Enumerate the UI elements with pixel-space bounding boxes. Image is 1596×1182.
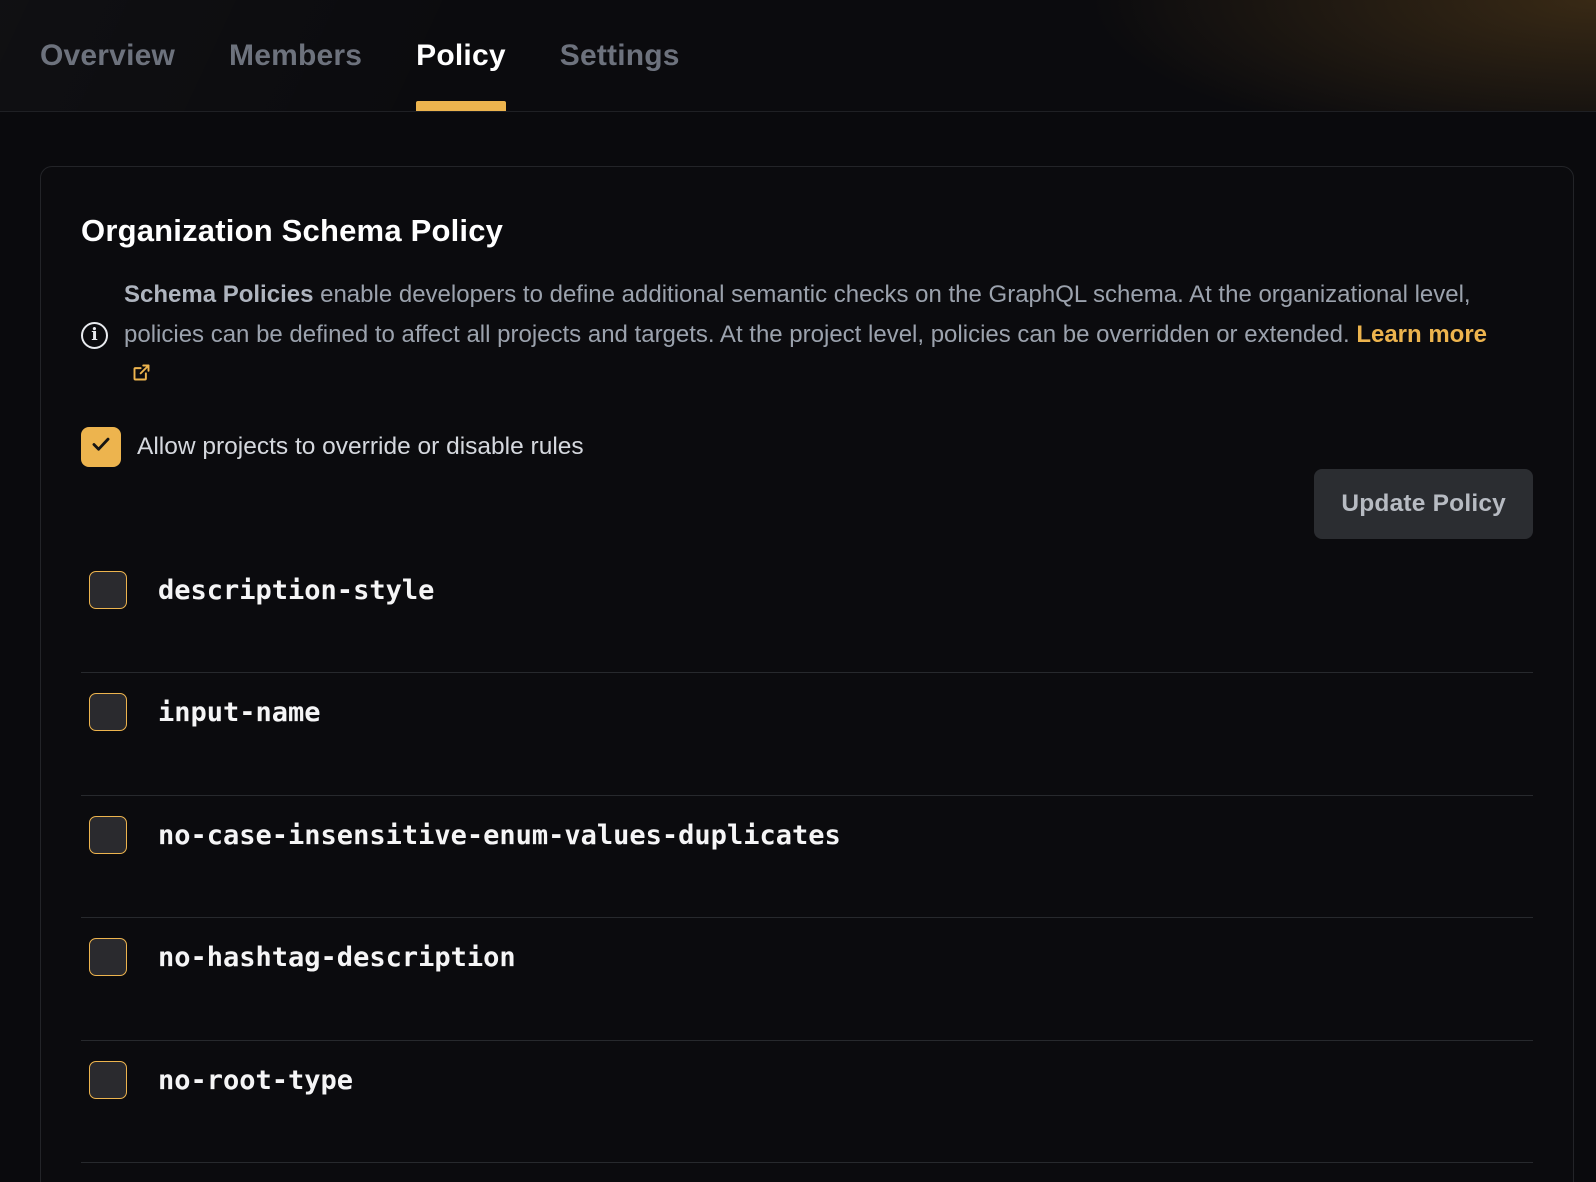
policy-description-body: enable developers to define additional s… bbox=[124, 281, 1471, 348]
override-checkbox-label: Allow projects to override or disable ru… bbox=[137, 433, 584, 461]
rule-checkbox[interactable] bbox=[89, 816, 127, 854]
rule-row-no-hashtag-description: no-hashtag-description bbox=[81, 918, 1533, 1041]
rules-list: description-style input-name no-case-ins… bbox=[81, 551, 1533, 1164]
rule-checkbox[interactable] bbox=[89, 571, 127, 609]
rule-checkbox[interactable] bbox=[89, 693, 127, 731]
rule-name: no-root-type bbox=[158, 1061, 353, 1101]
rule-checkbox[interactable] bbox=[89, 938, 127, 976]
tab-settings[interactable]: Settings bbox=[560, 0, 680, 111]
override-checkbox[interactable] bbox=[81, 427, 121, 467]
check-icon bbox=[88, 431, 114, 462]
policy-description-callout: i Schema Policies enable developers to d… bbox=[81, 275, 1533, 396]
tab-policy[interactable]: Policy bbox=[416, 0, 506, 111]
organization-tabbar: Overview Members Policy Settings bbox=[0, 0, 1596, 112]
page-title: Organization Schema Policy bbox=[81, 213, 1533, 249]
policy-description-text: Schema Policies enable developers to def… bbox=[124, 275, 1496, 396]
rule-checkbox[interactable] bbox=[89, 1061, 127, 1099]
rule-name: input-name bbox=[158, 693, 321, 733]
actions-row: Update Policy bbox=[81, 469, 1533, 539]
schema-policy-card: Organization Schema Policy i Schema Poli… bbox=[40, 166, 1574, 1182]
override-checkbox-row: Allow projects to override or disable ru… bbox=[81, 427, 1533, 467]
external-link-icon bbox=[131, 356, 152, 396]
rule-name: description-style bbox=[158, 571, 434, 611]
learn-more-link[interactable]: Learn more bbox=[1356, 321, 1487, 348]
policy-description-lead: Schema Policies bbox=[124, 281, 313, 308]
rule-name: no-case-insensitive-enum-values-duplicat… bbox=[158, 816, 841, 856]
tab-overview[interactable]: Overview bbox=[40, 0, 175, 111]
info-icon: i bbox=[81, 322, 108, 349]
rule-row-description-style: description-style bbox=[81, 551, 1533, 674]
tab-members[interactable]: Members bbox=[229, 0, 362, 111]
rule-row-no-root-type: no-root-type bbox=[81, 1041, 1533, 1164]
rule-row-no-case-insensitive-enum-values-duplicates: no-case-insensitive-enum-values-duplicat… bbox=[81, 796, 1533, 919]
update-policy-button[interactable]: Update Policy bbox=[1314, 469, 1533, 539]
rule-name: no-hashtag-description bbox=[158, 938, 516, 978]
rule-row-input-name: input-name bbox=[81, 673, 1533, 796]
